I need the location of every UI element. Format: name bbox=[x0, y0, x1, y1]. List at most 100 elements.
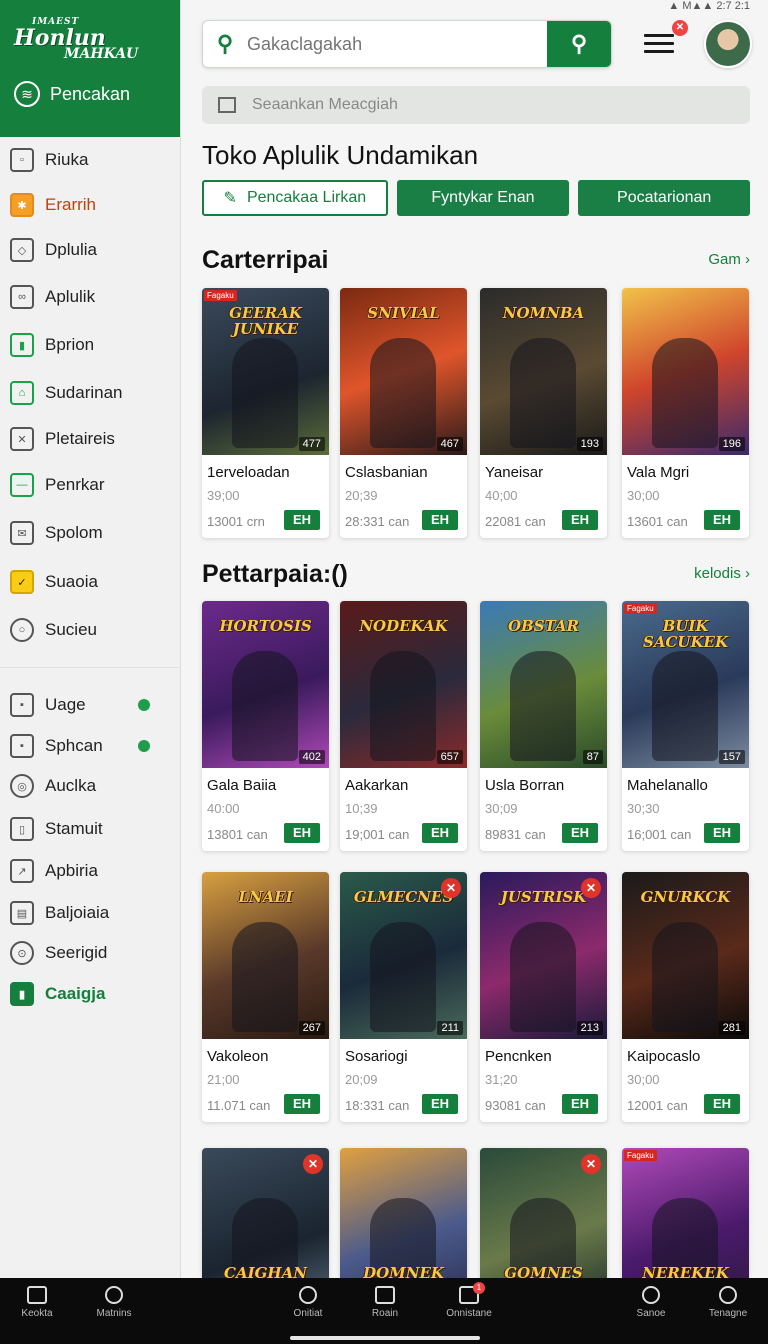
game-card[interactable]: GEERAK JUNIKE Fagaku 477 1erveloadan 39;00 13… bbox=[202, 288, 329, 538]
get-button[interactable]: EH bbox=[562, 1094, 598, 1114]
sidebar-item-apbiria[interactable]: ↗ Apbiria bbox=[10, 856, 170, 886]
get-button[interactable]: EH bbox=[704, 823, 740, 843]
game-card[interactable]: DOMNEK bbox=[340, 1148, 467, 1278]
nav-label: Roain bbox=[371, 1308, 399, 1319]
game-views: 16;001 can bbox=[627, 827, 692, 842]
tab-pocatarionan[interactable]: Pocatarionan bbox=[578, 180, 750, 216]
game-logo-text: SNIVIAL bbox=[367, 304, 440, 322]
game-card[interactable]: SNIVIAL 467 Cslasbanian 20;39 28:331 can EH bbox=[340, 288, 467, 538]
get-button[interactable]: EH bbox=[704, 1094, 740, 1114]
nav-profile[interactable]: Matnins bbox=[74, 1286, 154, 1319]
sidebar-item-pletaireis[interactable]: ✕ Pletaireis bbox=[10, 424, 170, 454]
sidebar-item-erarrih[interactable]: ✱ Erarrih bbox=[10, 190, 170, 220]
game-name: Gala Baiia bbox=[207, 777, 277, 794]
game-subtitle: 31;20 bbox=[485, 1072, 518, 1087]
game-cover-image: GLMECNES ✕ 211 bbox=[340, 872, 467, 1039]
promo-tag: Fagaku bbox=[624, 1150, 657, 1161]
sidebar-item-auclka[interactable]: ◎ Auclka bbox=[10, 771, 170, 801]
character-figure bbox=[370, 922, 436, 1032]
message-icon bbox=[218, 97, 236, 113]
sidebar-item-label: Apbiria bbox=[45, 861, 98, 880]
game-card[interactable]: GOMNES ✕ bbox=[480, 1148, 607, 1278]
sidebar-item-caaigja[interactable]: ▮ Caaigja bbox=[10, 979, 170, 1009]
sidebar-item-spolom[interactable]: ✉ Spolom bbox=[10, 518, 170, 548]
game-cover-image: GNURKCK 281 bbox=[622, 872, 749, 1039]
get-button[interactable]: EH bbox=[422, 510, 458, 530]
get-button[interactable]: EH bbox=[284, 510, 320, 530]
sidebar-item-sphcan[interactable]: ▪ Sphcan bbox=[10, 731, 170, 761]
close-icon[interactable]: ✕ bbox=[303, 1154, 323, 1174]
sidebar-item-active[interactable]: ≋ Pencakan bbox=[14, 81, 166, 107]
get-button[interactable]: EH bbox=[562, 510, 598, 530]
sidebar-item-sucieu[interactable]: ○ Sucieu bbox=[10, 615, 170, 645]
get-button[interactable]: EH bbox=[284, 823, 320, 843]
sidebar-item-dplulia[interactable]: ◇ Dplulia bbox=[10, 235, 170, 265]
get-button[interactable]: EH bbox=[284, 1094, 320, 1114]
get-button[interactable]: EH bbox=[704, 510, 740, 530]
nav-inbox[interactable]: 1 Onnistane bbox=[429, 1282, 509, 1319]
game-cover-image: 196 bbox=[622, 288, 749, 455]
sidebar-item-riuka[interactable]: ▫ Riuka bbox=[10, 145, 170, 175]
game-card[interactable]: HORTOSIS 402 Gala Baiia 40:00 13801 can EH bbox=[202, 601, 329, 851]
game-cover-image: DOMNEK bbox=[340, 1148, 467, 1278]
section-see-all-link[interactable]: Gam › bbox=[708, 251, 750, 268]
nav-search-3[interactable]: Tenagne bbox=[688, 1286, 768, 1319]
game-cover-image: JUSTRISK ✕ 213 bbox=[480, 872, 607, 1039]
sidebar-item-uage[interactable]: ▪ Uage bbox=[10, 690, 170, 720]
sidebar-item-bprion[interactable]: ▮ Bprion bbox=[10, 330, 170, 360]
sidebar-item-label: Auclka bbox=[45, 776, 97, 795]
sidebar-item-penrkar[interactable]: — Penrkar bbox=[10, 470, 170, 500]
nav-search[interactable]: Onitiat bbox=[268, 1286, 348, 1319]
announcement-banner[interactable]: Seaankan Meacgiah bbox=[202, 86, 750, 124]
game-card[interactable]: NOMNBA 193 Yaneisar 40;00 22081 can EH bbox=[480, 288, 607, 538]
game-card[interactable]: NODEKAK 657 Aakarkan 10;39 19;001 can EH bbox=[340, 601, 467, 851]
close-icon[interactable]: ✕ bbox=[581, 1154, 601, 1174]
game-logo-text: NODEKAK bbox=[359, 617, 448, 635]
close-icon[interactable]: ✕ bbox=[581, 878, 601, 898]
sidebar-item-label: Aplulik bbox=[45, 287, 96, 306]
nav-camera[interactable]: Roain bbox=[345, 1286, 425, 1319]
sidebar-item-label: Spolom bbox=[45, 523, 103, 542]
home-indicator[interactable] bbox=[290, 1336, 480, 1340]
sidebar-item-label: Pletaireis bbox=[45, 429, 115, 448]
game-logo-text: GNURKCK bbox=[640, 888, 731, 906]
nav-search-2[interactable]: Sanoe bbox=[611, 1286, 691, 1319]
sidebar-item-aplulik[interactable]: ∞ Aplulik bbox=[10, 282, 170, 312]
search-button[interactable]: ⚲ bbox=[547, 21, 611, 67]
app-logo[interactable]: IMAEST Honlun MAHKAU bbox=[14, 18, 166, 62]
menu-button[interactable]: ✕ bbox=[644, 20, 688, 58]
check-box-icon: ✓ bbox=[10, 570, 34, 594]
game-card[interactable]: GLMECNES ✕ 211 Sosariogi 20;09 18:331 can EH bbox=[340, 872, 467, 1122]
sidebar-item-suaoia[interactable]: ✓ Suaoia bbox=[10, 567, 170, 597]
get-button[interactable]: EH bbox=[562, 823, 598, 843]
get-button[interactable]: EH bbox=[422, 1094, 458, 1114]
promo-tag: Fagaku bbox=[624, 603, 657, 614]
avatar[interactable] bbox=[704, 20, 752, 68]
game-subtitle: 39;00 bbox=[207, 488, 240, 503]
game-cover-image: OBSTAR 87 bbox=[480, 601, 607, 768]
exit-icon: ↗ bbox=[10, 859, 34, 883]
game-card[interactable]: LNAEI 267 Vakoleon 21;00 11.071 can EH bbox=[202, 872, 329, 1122]
sidebar-item-seerigid[interactable]: ⊙ Seerigid bbox=[10, 938, 170, 968]
game-card[interactable]: NEREKEK Fagaku bbox=[622, 1148, 749, 1278]
game-card[interactable]: OBSTAR 87 Usla Borran 30;09 89831 can EH bbox=[480, 601, 607, 851]
tab-pencakaa-lirkan[interactable]: ✎ Pencakaa Lirkan bbox=[202, 180, 388, 216]
section-see-all-link[interactable]: kelodis › bbox=[694, 565, 750, 582]
close-icon[interactable]: ✕ bbox=[441, 878, 461, 898]
game-card[interactable]: CAIGHAN ✕ bbox=[202, 1148, 329, 1278]
home-icon bbox=[27, 1286, 47, 1304]
sidebar-item-stamuit[interactable]: ▯ Stamuit bbox=[10, 814, 170, 844]
game-cover-image: GEERAK JUNIKE Fagaku 477 bbox=[202, 288, 329, 455]
tab-fyntykar-enan[interactable]: Fyntykar Enan bbox=[396, 180, 570, 216]
game-card[interactable]: GNURKCK 281 Kaipocaslo 30;00 12001 can EH bbox=[622, 872, 749, 1122]
game-card[interactable]: BUIK SACUKEK Fagaku 157 Mahelanallo 30;30 16;… bbox=[622, 601, 749, 851]
search-input[interactable] bbox=[247, 21, 547, 67]
get-button[interactable]: EH bbox=[422, 823, 458, 843]
game-card[interactable]: JUSTRISK ✕ 213 Pencnken 31;20 93081 can EH bbox=[480, 872, 607, 1122]
nav-home[interactable]: Keokta bbox=[0, 1286, 77, 1319]
game-name: Aakarkan bbox=[345, 777, 409, 794]
sidebar-item-baljoiaia[interactable]: ▤ Baljoiaia bbox=[10, 898, 170, 928]
search-icon: ⚲ bbox=[570, 31, 588, 56]
game-card[interactable]: 196 Vala Mgri 30;00 13601 can EH bbox=[622, 288, 749, 538]
sidebar-item-sudarinan[interactable]: ⌂ Sudarinan bbox=[10, 378, 170, 408]
